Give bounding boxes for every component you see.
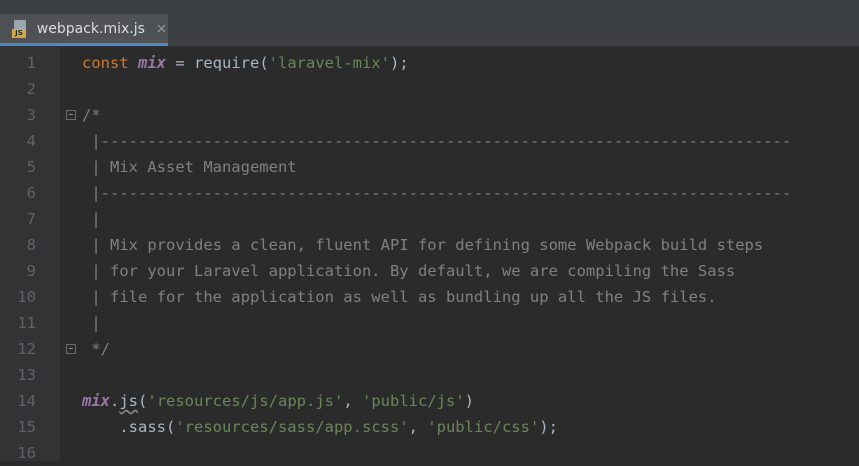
code-text: | xyxy=(82,310,101,336)
line-number: 11 xyxy=(17,314,36,332)
code-text: mix.js('resources/js/app.js', 'public/js… xyxy=(82,388,474,414)
code-text: | xyxy=(82,206,101,232)
line-number: 15 xyxy=(17,418,36,436)
code-token: | xyxy=(82,314,101,332)
code-token: 'public/js' xyxy=(362,392,465,410)
code-token: 'public/css' xyxy=(427,418,540,436)
code-token: .sass( xyxy=(82,418,176,436)
code-token: |---------------------------------------… xyxy=(82,184,792,202)
code-line[interactable]: 6 |-------------------------------------… xyxy=(0,180,859,206)
code-token: 'resources/sass/app.scss' xyxy=(175,418,409,436)
code-token: ) xyxy=(464,392,474,410)
js-file-icon: JS xyxy=(12,19,29,38)
line-number: 13 xyxy=(17,366,36,384)
code-token: , xyxy=(408,418,428,436)
code-text: const mix = require('laravel-mix'); xyxy=(82,50,409,76)
code-token: |---------------------------------------… xyxy=(82,132,792,150)
code-line[interactable]: 2 xyxy=(0,76,859,102)
code-token: = require( xyxy=(166,54,269,72)
code-text: |---------------------------------------… xyxy=(82,128,791,154)
code-token: . xyxy=(110,392,120,410)
code-line[interactable]: 3 /* xyxy=(0,102,859,128)
code-text: | Mix provides a clean, fluent API for d… xyxy=(82,232,763,258)
code-token: mix xyxy=(138,54,166,72)
line-number: 4 xyxy=(26,132,36,150)
fold-toggle-icon[interactable] xyxy=(66,344,76,354)
line-number: 12 xyxy=(17,340,36,358)
code-token: ( xyxy=(138,392,148,410)
code-text: /* xyxy=(82,102,101,128)
code-token: 'laravel-mix' xyxy=(268,54,390,72)
code-token: ); xyxy=(539,418,558,436)
code-line[interactable]: 12 */ xyxy=(0,336,859,362)
tab-label: webpack.mix.js xyxy=(36,20,145,37)
code-token: 'resources/js/app.js' xyxy=(147,392,344,410)
code-token: */ xyxy=(82,340,110,358)
line-number: 6 xyxy=(26,184,36,202)
code-token: | xyxy=(82,210,101,228)
code-token: const xyxy=(82,54,138,72)
line-number: 14 xyxy=(17,392,36,410)
code-line[interactable]: 13 xyxy=(0,362,859,388)
line-number: 10 xyxy=(17,288,36,306)
code-token: | Mix Asset Management xyxy=(82,158,297,176)
line-number: 16 xyxy=(17,444,36,462)
code-text: | for your Laravel application. By defau… xyxy=(82,258,735,284)
code-token: /* xyxy=(82,106,101,124)
title-strip xyxy=(0,0,859,14)
code-text: | Mix Asset Management xyxy=(82,154,297,180)
code-token: , xyxy=(343,392,362,410)
code-editor[interactable]: 1 const mix = require('laravel-mix'); 2 3 /*… xyxy=(0,47,859,462)
editor-tab-bar: JS webpack.mix.js × xyxy=(0,14,859,47)
close-icon[interactable]: × xyxy=(155,21,168,37)
code-token: | for your Laravel application. By defau… xyxy=(82,262,736,280)
code-line[interactable]: 4 |-------------------------------------… xyxy=(0,128,859,154)
line-number: 3 xyxy=(26,106,36,124)
code-line[interactable]: 9 | for your Laravel application. By def… xyxy=(0,258,859,284)
code-line[interactable]: 7 | xyxy=(0,206,859,232)
code-token: ); xyxy=(389,54,409,72)
code-text: |---------------------------------------… xyxy=(82,180,791,206)
code-token: | file for the application as well as bu… xyxy=(82,288,717,306)
line-number: 7 xyxy=(26,210,36,228)
code-token: js xyxy=(119,392,139,410)
code-line[interactable]: 15 .sass('resources/sass/app.scss', 'pub… xyxy=(0,414,859,440)
line-number: 8 xyxy=(26,236,36,254)
code-token: | Mix provides a clean, fluent API for d… xyxy=(82,236,764,254)
line-number: 9 xyxy=(26,262,36,280)
code-token: mix xyxy=(82,392,110,410)
line-number: 5 xyxy=(26,158,36,176)
code-line[interactable]: 16 xyxy=(0,440,859,466)
code-line[interactable]: 1 const mix = require('laravel-mix'); xyxy=(0,50,859,76)
tab-webpack-mix-js[interactable]: JS webpack.mix.js × xyxy=(0,14,168,46)
code-text: */ xyxy=(82,336,110,362)
code-line[interactable]: 14 mix.js('resources/js/app.js', 'public/… xyxy=(0,388,859,414)
code-line[interactable]: 10 | file for the application as well as… xyxy=(0,284,859,310)
code-text: .sass('resources/sass/app.scss', 'public… xyxy=(82,414,558,440)
code-line[interactable]: 11 | xyxy=(0,310,859,336)
line-number: 1 xyxy=(26,54,36,72)
line-number: 2 xyxy=(26,80,36,98)
code-line[interactable]: 8 | Mix provides a clean, fluent API for… xyxy=(0,232,859,258)
code-line[interactable]: 5 | Mix Asset Management xyxy=(0,154,859,180)
code-text: | file for the application as well as bu… xyxy=(82,284,717,310)
fold-toggle-icon[interactable] xyxy=(66,110,76,120)
